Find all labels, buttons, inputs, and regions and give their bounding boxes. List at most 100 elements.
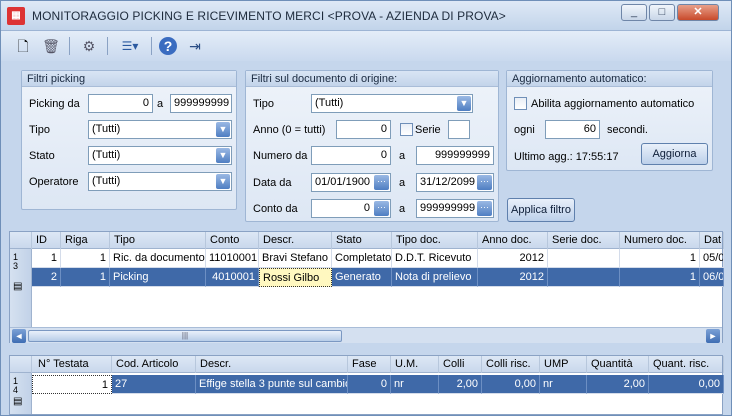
cell-stato[interactable]: Completato bbox=[332, 249, 392, 268]
chevron-down-icon[interactable]: ▼ bbox=[457, 96, 471, 111]
splitter[interactable] bbox=[1, 345, 731, 353]
delete-icon[interactable]: 🗑 bbox=[41, 36, 61, 56]
picking-da-input[interactable]: 0 bbox=[88, 94, 153, 113]
table-row-selected[interactable]: 1 27 Effige stella 3 punte sul cambio 0 … bbox=[32, 375, 724, 394]
cell-fase[interactable]: 0 bbox=[348, 375, 391, 394]
col-header-stato[interactable]: Stato bbox=[332, 232, 392, 249]
col-header-anno-doc[interactable]: Anno doc. bbox=[478, 232, 548, 249]
cell-ump[interactable]: nr bbox=[540, 375, 587, 394]
help-icon[interactable]: ? bbox=[159, 37, 177, 55]
chevron-down-icon[interactable]: ▼ bbox=[216, 174, 230, 189]
chevron-down-icon[interactable]: ▼ bbox=[216, 148, 230, 163]
col-header-colli-risc[interactable]: Colli risc. bbox=[482, 356, 540, 373]
col-header-n-testata[interactable]: N° Testata bbox=[32, 356, 112, 373]
abilita-checkbox[interactable] bbox=[514, 97, 527, 110]
calendar-picker-icon[interactable]: ··· bbox=[374, 175, 389, 190]
cell-cod-articolo[interactable]: 27 bbox=[112, 375, 196, 394]
col-header-conto[interactable]: Conto bbox=[206, 232, 259, 249]
new-document-icon[interactable]: 🗋 bbox=[13, 36, 33, 56]
table-row[interactable]: 1 1 Ric. da documento 11010001 Bravi Ste… bbox=[32, 249, 724, 268]
cell-descr[interactable]: Effige stella 3 punte sul cambio bbox=[196, 375, 348, 394]
tipo-select[interactable]: (Tutti) ▼ bbox=[88, 120, 232, 139]
stato-select[interactable]: (Tutti) ▼ bbox=[88, 146, 232, 165]
col-header-descr[interactable]: Descr. bbox=[259, 232, 332, 249]
cell-data-doc[interactable]: 06/0 bbox=[700, 268, 724, 287]
cell-data-doc[interactable]: 05/0 bbox=[700, 249, 724, 268]
col-header-quantita[interactable]: Quantità bbox=[587, 356, 649, 373]
grid-options-icon[interactable]: ▤ bbox=[13, 397, 31, 407]
minimize-button[interactable]: _ bbox=[621, 4, 647, 21]
scroll-left-arrow[interactable]: ◄ bbox=[12, 329, 26, 343]
cell-n-testata[interactable]: 1 bbox=[32, 375, 112, 394]
data-da-input[interactable]: 01/01/1900 ··· bbox=[311, 173, 391, 192]
col-header-tipo[interactable]: Tipo bbox=[110, 232, 206, 249]
cell-id[interactable]: 2 bbox=[32, 268, 61, 287]
picking-a-input[interactable]: 999999999 bbox=[170, 94, 232, 113]
ogni-input[interactable]: 60 bbox=[545, 120, 600, 139]
list-view-dropdown-icon[interactable]: ☰▾ bbox=[115, 36, 145, 56]
cell-descr-focused[interactable]: Rossi Gilbo bbox=[259, 268, 332, 287]
cell-quant-risc[interactable]: 0,00 bbox=[649, 375, 724, 394]
col-header-ump[interactable]: UMP bbox=[540, 356, 587, 373]
cell-um[interactable]: nr bbox=[391, 375, 439, 394]
col-header-descr[interactable]: Descr. bbox=[196, 356, 348, 373]
table-row-selected[interactable]: 2 1 Picking 4010001 Rossi Gilbo Generato… bbox=[32, 268, 724, 287]
calendar-picker-icon[interactable]: ··· bbox=[477, 175, 492, 190]
conto-da-input[interactable]: 0 ··· bbox=[311, 199, 391, 218]
account-lookup-icon[interactable]: ··· bbox=[374, 201, 389, 216]
scroll-right-arrow[interactable]: ► bbox=[706, 329, 720, 343]
cell-serie-doc[interactable] bbox=[548, 249, 620, 268]
cell-serie-doc[interactable] bbox=[548, 268, 620, 287]
col-header-riga[interactable]: Riga bbox=[61, 232, 110, 249]
close-button[interactable]: ✕ bbox=[677, 4, 719, 21]
settings-gear-icon[interactable]: ⚙ bbox=[79, 36, 99, 56]
account-lookup-icon[interactable]: ··· bbox=[477, 201, 492, 216]
col-header-quant-risc[interactable]: Quant. risc. bbox=[649, 356, 724, 373]
exit-icon[interactable]: ⇥ bbox=[185, 36, 205, 56]
cell-colli[interactable]: 2,00 bbox=[439, 375, 482, 394]
cell-tipo[interactable]: Picking bbox=[110, 268, 206, 287]
col-header-serie-doc[interactable]: Serie doc. bbox=[548, 232, 620, 249]
data-a-input[interactable]: 31/12/2099 ··· bbox=[416, 173, 494, 192]
applica-filtro-button[interactable]: Applica filtro bbox=[507, 198, 575, 222]
anno-input[interactable]: 0 bbox=[336, 120, 391, 139]
cell-numero-doc[interactable]: 1 bbox=[620, 249, 700, 268]
cell-conto[interactable]: 11010001 bbox=[206, 249, 259, 268]
col-header-um[interactable]: U.M. bbox=[391, 356, 439, 373]
cell-tipo[interactable]: Ric. da documento bbox=[110, 249, 206, 268]
operatore-select[interactable]: (Tutti) ▼ bbox=[88, 172, 232, 191]
col-header-colli[interactable]: Colli bbox=[439, 356, 482, 373]
cell-descr[interactable]: Bravi Stefano bbox=[259, 249, 332, 268]
cell-anno-doc[interactable]: 2012 bbox=[478, 249, 548, 268]
horizontal-scrollbar[interactable]: ◄ ||| ► bbox=[10, 327, 722, 343]
cell-riga[interactable]: 1 bbox=[61, 268, 110, 287]
col-header-numero-doc[interactable]: Numero doc. bbox=[620, 232, 700, 249]
col-header-cod-articolo[interactable]: Cod. Articolo bbox=[112, 356, 196, 373]
col-header-data[interactable]: Dat bbox=[700, 232, 724, 249]
numero-a-input[interactable]: 999999999 bbox=[416, 146, 494, 165]
doc-tipo-select[interactable]: (Tutti) ▼ bbox=[311, 94, 473, 113]
serie-checkbox[interactable] bbox=[400, 123, 413, 136]
cell-anno-doc[interactable]: 2012 bbox=[478, 268, 548, 287]
cell-id[interactable]: 1 bbox=[32, 249, 61, 268]
cell-riga[interactable]: 1 bbox=[61, 249, 110, 268]
col-header-id[interactable]: ID bbox=[32, 232, 61, 249]
conto-a-input[interactable]: 999999999 ··· bbox=[416, 199, 494, 218]
maximize-button[interactable]: □ bbox=[649, 4, 675, 21]
serie-input[interactable] bbox=[448, 120, 470, 139]
col-header-fase[interactable]: Fase bbox=[348, 356, 391, 373]
grid-options-icon[interactable]: ▤ bbox=[13, 282, 31, 292]
cell-conto[interactable]: 4010001 bbox=[206, 268, 259, 287]
numero-da-input[interactable]: 0 bbox=[311, 146, 391, 165]
scroll-thumb[interactable]: ||| bbox=[28, 330, 342, 342]
cell-numero-doc[interactable]: 1 bbox=[620, 268, 700, 287]
col-header-tipo-doc[interactable]: Tipo doc. bbox=[392, 232, 478, 249]
cell-stato[interactable]: Generato bbox=[332, 268, 392, 287]
abilita-label: Abilita aggiornamento automatico bbox=[531, 98, 695, 110]
cell-tipo-doc[interactable]: Nota di prelievo bbox=[392, 268, 478, 287]
chevron-down-icon[interactable]: ▼ bbox=[216, 122, 230, 137]
cell-colli-risc[interactable]: 0,00 bbox=[482, 375, 540, 394]
cell-tipo-doc[interactable]: D.D.T. Ricevuto bbox=[392, 249, 478, 268]
cell-quantita[interactable]: 2,00 bbox=[587, 375, 649, 394]
aggiorna-button[interactable]: Aggiorna bbox=[641, 143, 708, 165]
